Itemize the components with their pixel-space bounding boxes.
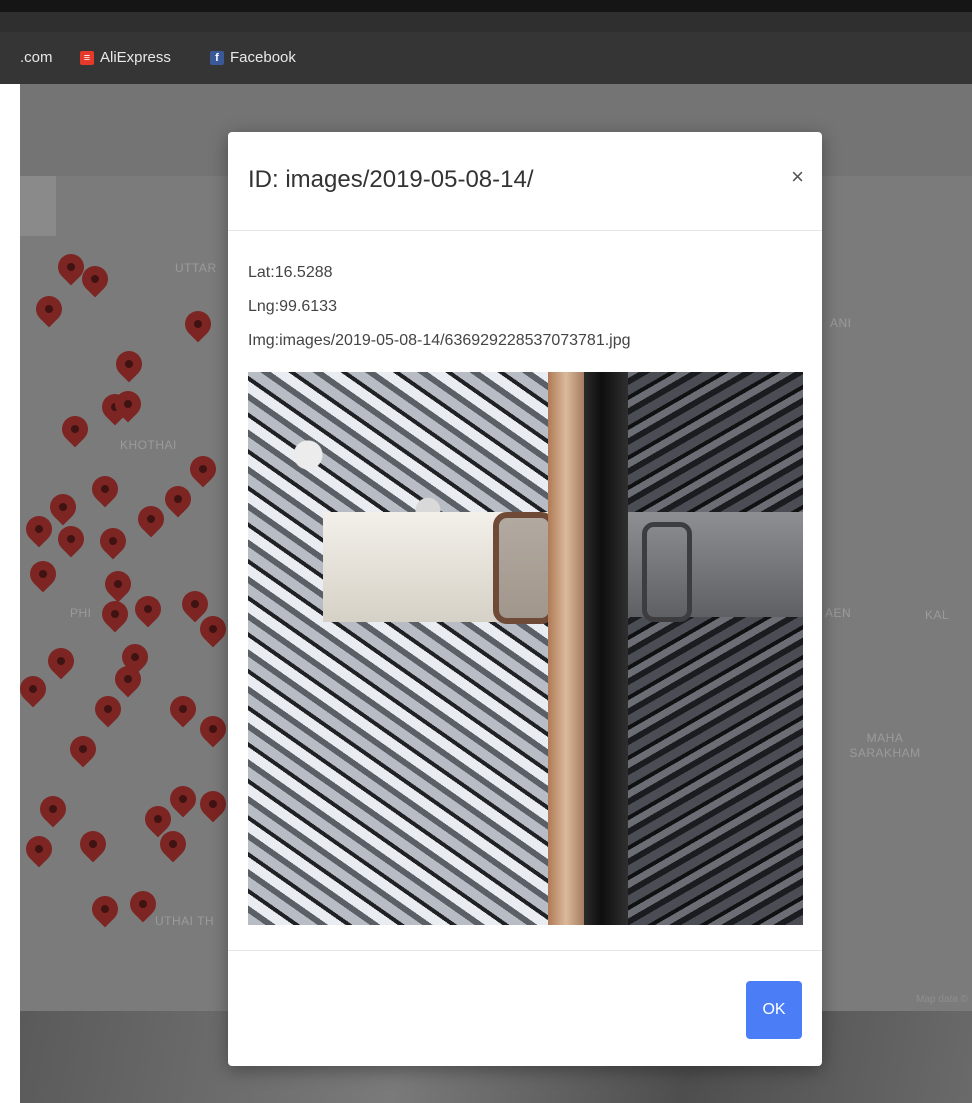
- photo-rail-clip-shadow: [642, 522, 692, 622]
- map-marker[interactable]: [24, 555, 62, 593]
- latitude-text: Lat:16.5288: [248, 264, 333, 281]
- bookmarks-bar: .com ≡ AliExpress f Facebook: [0, 32, 972, 84]
- longitude-text: Lng:99.6133: [248, 298, 337, 315]
- bookmark-label: .com: [20, 49, 53, 66]
- map-marker[interactable]: [194, 785, 232, 823]
- dialog-footer: OK: [228, 950, 822, 1067]
- map-marker[interactable]: [44, 488, 82, 526]
- dialog-header: ID: images/2019-05-08-14/ ×: [228, 132, 822, 231]
- facebook-icon: f: [210, 50, 224, 65]
- ok-button[interactable]: OK: [746, 981, 802, 1039]
- map-marker[interactable]: [86, 470, 124, 508]
- map-marker[interactable]: [86, 890, 124, 928]
- map-marker[interactable]: [20, 670, 52, 708]
- map-marker[interactable]: [74, 825, 112, 863]
- map-marker[interactable]: [99, 565, 137, 603]
- rail-track-photo: [248, 372, 803, 925]
- dialog-title: ID: images/2019-05-08-14/: [248, 166, 534, 193]
- bookmark-label: Facebook: [230, 49, 296, 66]
- tab-strip: [0, 12, 972, 32]
- map-marker[interactable]: [34, 790, 72, 828]
- map-label: KHOTHAI: [120, 438, 177, 452]
- map-marker[interactable]: [56, 410, 94, 448]
- map-marker[interactable]: [30, 290, 68, 328]
- map-marker[interactable]: [184, 450, 222, 488]
- map-marker[interactable]: [42, 642, 80, 680]
- photo-rail-clip: [493, 512, 555, 624]
- map-marker[interactable]: [159, 480, 197, 518]
- map-marker[interactable]: [20, 830, 58, 868]
- map-marker[interactable]: [179, 305, 217, 343]
- map-marker[interactable]: [164, 690, 202, 728]
- image-info-dialog: ID: images/2019-05-08-14/ × Lat:16.5288 …: [228, 132, 822, 1066]
- map-label: UTHAI TH: [155, 914, 215, 928]
- photo-rail-edge: [548, 372, 584, 925]
- photo-ballast-left: [248, 372, 548, 925]
- bookmark-dotcom[interactable]: .com: [20, 49, 53, 66]
- image-path-text: Img:images/2019-05-08-14/636929228537073…: [248, 332, 631, 349]
- map-marker[interactable]: [89, 690, 127, 728]
- bookmark-label: AliExpress: [100, 49, 171, 66]
- map-label: UTTAR: [175, 261, 217, 275]
- map-marker[interactable]: [64, 730, 102, 768]
- map-marker[interactable]: [52, 520, 90, 558]
- map-marker[interactable]: [110, 345, 148, 383]
- map-marker[interactable]: [94, 522, 132, 560]
- close-icon[interactable]: ×: [791, 164, 804, 190]
- map-marker[interactable]: [20, 510, 58, 548]
- bookmark-aliexpress[interactable]: ≡ AliExpress: [80, 49, 171, 66]
- map-attribution: Map data ©: [916, 994, 968, 1005]
- map-control[interactable]: [20, 176, 56, 236]
- map-label: KAL: [925, 608, 950, 622]
- window-top-bar: [0, 0, 972, 12]
- bookmark-facebook[interactable]: f Facebook: [210, 49, 296, 66]
- map-label: ANI: [830, 316, 852, 330]
- map-marker[interactable]: [132, 500, 170, 538]
- map-label: MAHA SARAKHAM: [849, 731, 921, 760]
- map-marker[interactable]: [194, 710, 232, 748]
- photo-rail: [584, 372, 628, 925]
- map-label: AEN: [825, 606, 852, 620]
- dialog-body: Lat:16.5288 Lng:99.6133 Img:images/2019-…: [248, 262, 804, 364]
- photo-ballast-right: [628, 372, 803, 925]
- map-label: PHI: [70, 606, 92, 620]
- map-marker[interactable]: [96, 595, 134, 633]
- map-marker[interactable]: [129, 590, 167, 628]
- map-marker[interactable]: [164, 780, 202, 818]
- aliexpress-icon: ≡: [80, 50, 94, 65]
